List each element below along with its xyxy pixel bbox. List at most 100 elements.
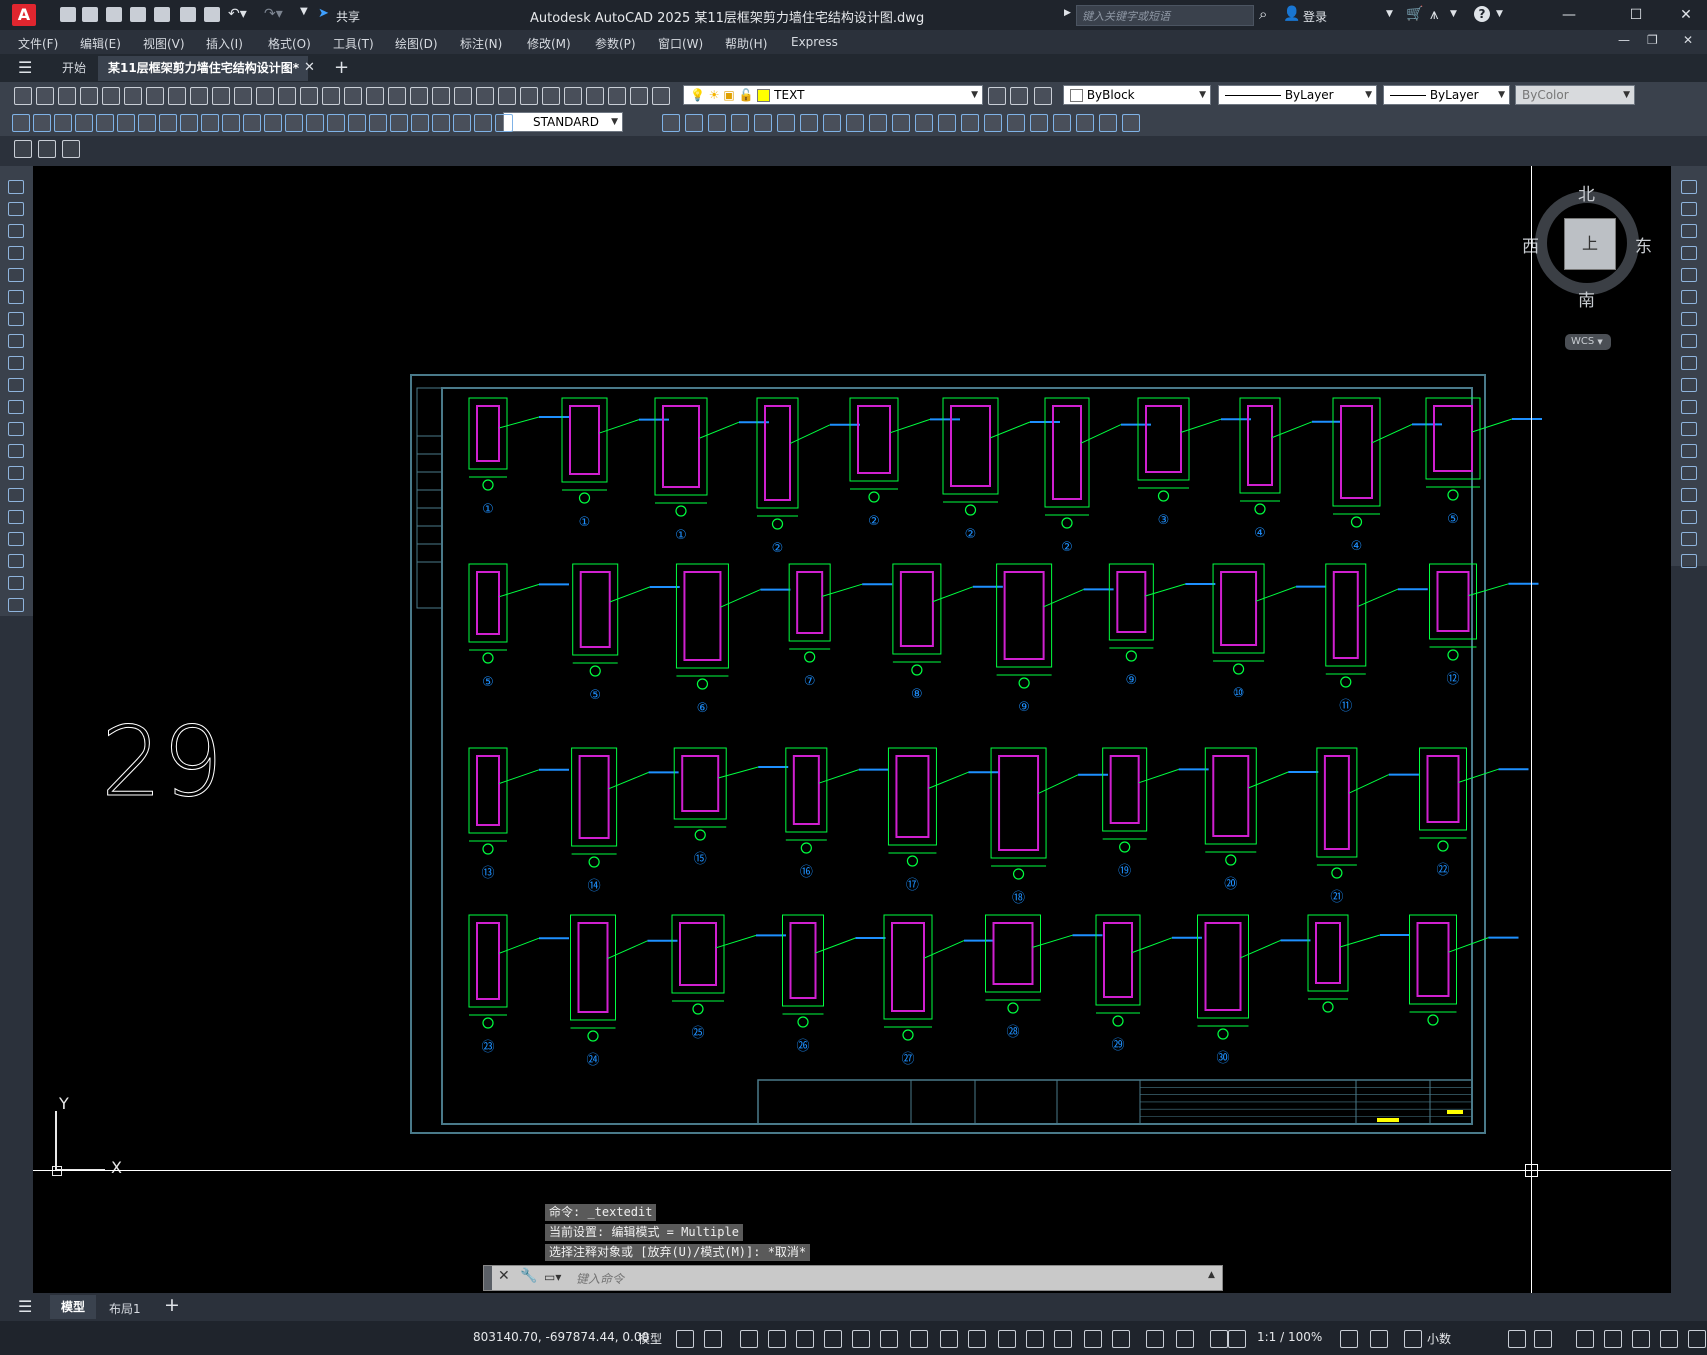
dimension-tool-icon[interactable] (662, 114, 680, 132)
toolbar-tool-icon[interactable] (630, 87, 648, 105)
dimension-tool-icon[interactable] (96, 114, 114, 132)
dimension-tool-icon[interactable] (1076, 114, 1094, 132)
viewcube-top-face[interactable]: 上 (1564, 218, 1616, 270)
dimension-tool-icon[interactable] (892, 114, 910, 132)
save-as-icon[interactable] (130, 7, 146, 22)
toolbar-tool-icon[interactable] (124, 87, 142, 105)
tab-layout1[interactable]: 布局1 (109, 1300, 141, 1317)
doc-minimize-icon[interactable]: — (1618, 33, 1630, 47)
doc-restore-icon[interactable]: ❐ (1647, 33, 1658, 47)
toolbar-tool-icon[interactable] (476, 87, 494, 105)
toolbar-tool-icon[interactable] (608, 87, 626, 105)
toolbar-tool-icon[interactable] (542, 87, 560, 105)
dimension-tool-icon[interactable] (201, 114, 219, 132)
app-dropdown-icon[interactable]: ▼ (1450, 9, 1457, 19)
status-toggle-icon[interactable] (1176, 1330, 1194, 1348)
status-toggle-icon[interactable] (940, 1330, 958, 1348)
hamburger-menu-icon[interactable]: ☰ (18, 58, 32, 77)
maximize-window-icon[interactable]: ☐ (1626, 5, 1646, 25)
menu-file[interactable]: 文件(F) (18, 35, 58, 52)
draw-tool-icon[interactable] (8, 246, 24, 260)
dimension-tool-icon[interactable] (33, 114, 51, 132)
status-toggle-icon[interactable] (740, 1330, 758, 1348)
add-layout-icon[interactable]: + (164, 1294, 180, 1316)
menu-edit[interactable]: 编辑(E) (80, 35, 121, 52)
dimension-tool-icon[interactable] (432, 114, 450, 132)
status-toggle-icon[interactable] (1576, 1330, 1594, 1348)
new-file-icon[interactable] (60, 7, 76, 22)
toolbar-tool-icon[interactable] (102, 87, 120, 105)
modify-tool-icon[interactable] (1681, 334, 1697, 348)
dimension-tool-icon[interactable] (222, 114, 240, 132)
modify-tool-icon[interactable] (1681, 422, 1697, 436)
status-toggle-icon[interactable] (1632, 1330, 1650, 1348)
draw-tool-icon[interactable] (8, 466, 24, 480)
toolbar-tool-icon[interactable] (388, 87, 406, 105)
dimension-tool-icon[interactable] (75, 114, 93, 132)
status-toggle-icon[interactable] (1508, 1330, 1526, 1348)
menu-modify[interactable]: 修改(M) (527, 35, 571, 52)
dimension-tool-icon[interactable] (1099, 114, 1117, 132)
customize-quick-access-icon[interactable]: ▼ (300, 6, 308, 17)
color-dropdown[interactable]: ByBlock ▼ (1063, 85, 1211, 105)
modify-tool-icon[interactable] (1681, 378, 1697, 392)
dimension-tool-icon[interactable] (754, 114, 772, 132)
modify-tool-icon[interactable] (1681, 180, 1697, 194)
toolbar-tool-icon[interactable] (498, 87, 516, 105)
dimension-tool-icon[interactable] (180, 114, 198, 132)
sign-in-button[interactable]: 登录 (1303, 8, 1327, 25)
layer-tool-icon[interactable] (1010, 87, 1028, 105)
viewcube-north[interactable]: 北 (1578, 180, 1595, 205)
toolbar-tool-icon[interactable] (520, 87, 538, 105)
status-toggle-icon[interactable] (796, 1330, 814, 1348)
menu-format[interactable]: 格式(O) (268, 35, 311, 52)
status-toggle-icon[interactable] (1688, 1330, 1706, 1348)
status-toggle-icon[interactable] (1026, 1330, 1044, 1348)
status-toggle-icon[interactable] (1228, 1330, 1246, 1348)
draw-tool-icon[interactable] (8, 312, 24, 326)
draw-tool-icon[interactable] (8, 268, 24, 282)
layer-tool-icon[interactable] (988, 87, 1006, 105)
dimension-tool-icon[interactable] (846, 114, 864, 132)
layer-tool-icon[interactable] (1034, 87, 1052, 105)
autocad-logo-icon[interactable]: A (12, 4, 36, 26)
dimension-tool-icon[interactable] (1030, 114, 1048, 132)
close-window-icon[interactable]: ✕ (1676, 5, 1696, 25)
sign-in-dropdown-icon[interactable]: ▼ (1386, 9, 1393, 19)
dimension-tool-icon[interactable] (54, 114, 72, 132)
draw-tool-icon[interactable] (8, 334, 24, 348)
modify-tool-icon[interactable] (1681, 246, 1697, 260)
dimension-tool-icon[interactable] (961, 114, 979, 132)
draw-tool-icon[interactable] (8, 400, 24, 414)
toolbar-tool-icon[interactable] (454, 87, 472, 105)
coordinate-readout[interactable]: 803140.70, -697874.44, 0.00 (473, 1330, 649, 1344)
draw-tool-icon[interactable] (8, 488, 24, 502)
draw-tool-icon[interactable] (8, 422, 24, 436)
search-expand-icon[interactable]: ▶ (1064, 8, 1071, 18)
new-tab-button[interactable]: + (334, 57, 349, 78)
wcs-menu-button[interactable]: WCS ▼ (1565, 334, 1611, 350)
tab-start[interactable]: 开始 (52, 56, 96, 81)
status-toggle-icon[interactable] (1534, 1330, 1552, 1348)
layer-dropdown[interactable]: 💡 ☀ ▣ 🔓 TEXT ▼ (683, 85, 983, 105)
dimension-tool-icon[interactable] (938, 114, 956, 132)
redo-icon[interactable]: ↷▾ (264, 6, 283, 22)
linetype-dropdown[interactable]: ByLayer ▼ (1218, 85, 1377, 105)
menu-help[interactable]: 帮助(H) (725, 35, 767, 52)
dimension-tool-icon[interactable] (390, 114, 408, 132)
modify-tool-icon[interactable] (1681, 202, 1697, 216)
status-toggle-icon[interactable] (1604, 1330, 1622, 1348)
command-grip-icon[interactable] (484, 1266, 492, 1290)
toolbar-tool-icon[interactable] (234, 87, 252, 105)
toolbar-tool-icon[interactable] (366, 87, 384, 105)
dimension-tool-icon[interactable] (306, 114, 324, 132)
status-toggle-icon[interactable] (910, 1330, 928, 1348)
dimension-tool-icon[interactable] (708, 114, 726, 132)
viewcube-south[interactable]: 南 (1578, 286, 1595, 311)
menu-dimension[interactable]: 标注(N) (460, 35, 502, 52)
modify-tool-icon[interactable] (1681, 268, 1697, 282)
dimension-tool-icon[interactable] (984, 114, 1002, 132)
dimension-tool-icon[interactable] (159, 114, 177, 132)
help-icon[interactable]: ? (1474, 6, 1490, 22)
share-button[interactable]: 共享 (336, 8, 360, 25)
